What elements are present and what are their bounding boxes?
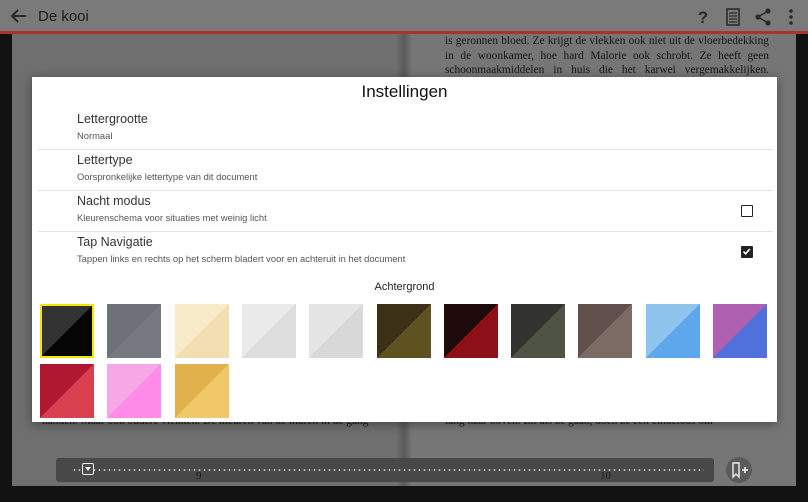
settings-dialog: Instellingen Lettergrootte Normaal Lette… [32, 77, 777, 422]
background-swatch-7[interactable] [443, 304, 498, 358]
slider-thumb[interactable] [82, 463, 94, 475]
setting-subtitle: Kleurenschema voor situaties met weinig … [77, 212, 267, 223]
document-title: De kooi [38, 8, 89, 25]
setting-subtitle: Tappen links en rechts op het scherm bla… [77, 253, 406, 264]
tap-navigation-checkbox[interactable] [741, 246, 753, 258]
background-swatch-13[interactable] [107, 364, 162, 418]
background-swatch-4[interactable] [241, 304, 296, 358]
dialog-title: Instellingen [361, 82, 448, 101]
add-bookmark-button[interactable] [726, 457, 752, 483]
background-swatch-5[interactable] [309, 304, 364, 358]
background-swatch-11[interactable] [713, 304, 767, 358]
setting-subtitle: Oorspronkelijke lettertype van dit docum… [77, 171, 258, 182]
background-section-label: Achtergrond [374, 281, 435, 293]
overflow-menu-icon[interactable] [780, 6, 802, 28]
setting-subtitle: Normaal [77, 130, 113, 141]
page-number-right: 10 [600, 470, 611, 482]
setting-font-type[interactable]: Lettertype Oorspronkelijke lettertype va… [38, 150, 773, 191]
background-swatch-8[interactable] [511, 304, 566, 358]
background-swatch-14[interactable] [174, 364, 229, 418]
bookmark-add-icon [732, 462, 748, 479]
page-number-left: 9 [196, 470, 202, 482]
share-icon[interactable] [752, 6, 774, 28]
setting-title: Lettertype [77, 153, 133, 167]
table-of-contents-icon[interactable] [722, 6, 744, 28]
svg-text:?: ? [698, 8, 708, 27]
background-swatch-2[interactable] [107, 304, 162, 358]
background-swatch-9[interactable] [578, 304, 633, 358]
background-swatch-10[interactable] [645, 304, 700, 358]
background-swatch-3[interactable] [174, 304, 229, 358]
night-mode-checkbox[interactable] [741, 205, 753, 217]
background-swatch-12[interactable] [40, 364, 94, 418]
setting-tap-navigation[interactable]: Tap Navigatie Tappen links en rechts op … [38, 232, 773, 272]
setting-title: Tap Navigatie [77, 235, 153, 249]
background-swatch-1[interactable] [40, 304, 94, 358]
help-icon[interactable]: ? [692, 6, 714, 28]
setting-night-mode[interactable]: Nacht modus Kleurenschema voor situaties… [38, 191, 773, 232]
setting-font-size[interactable]: Lettergrootte Normaal [38, 109, 773, 150]
app-toolbar: De kooi ? [0, 0, 808, 34]
arrow-back-icon[interactable] [8, 5, 30, 27]
checkmark-icon [742, 248, 751, 255]
background-swatch-6[interactable] [376, 304, 431, 358]
setting-title: Nacht modus [77, 194, 151, 208]
page-slider[interactable] [56, 458, 714, 482]
setting-title: Lettergrootte [77, 112, 148, 126]
